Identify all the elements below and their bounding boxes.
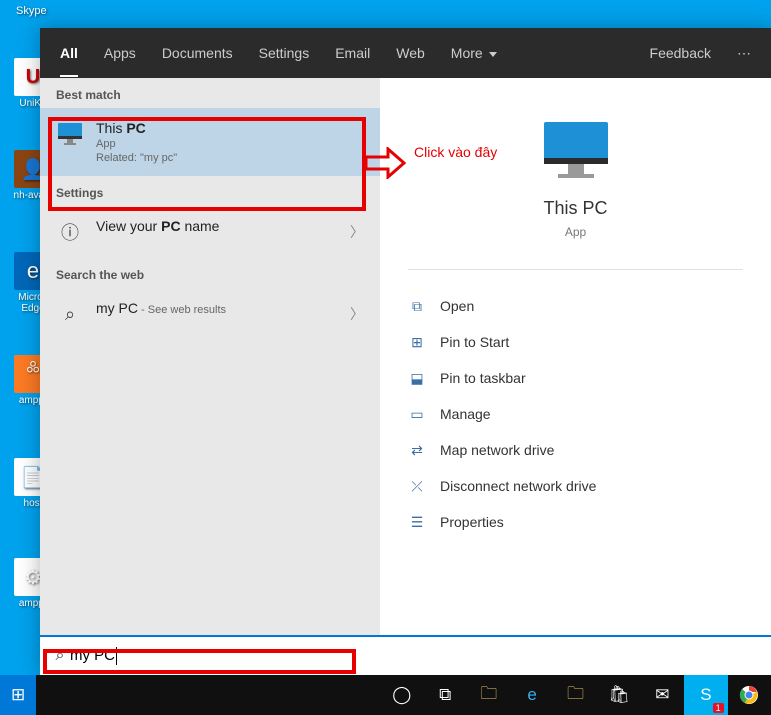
section-settings: Settings xyxy=(40,176,380,206)
disconnect-icon: ⤫ xyxy=(408,477,426,495)
map-drive-icon: ⇄ xyxy=(408,441,426,459)
monitor-icon-large xyxy=(536,118,616,188)
preview-pane: This PC App ⧉ Open ⊞ Pin to Start ⬓ Pin to … xyxy=(380,78,771,635)
info-icon: ⓘ xyxy=(56,218,84,246)
action-disconnect-drive[interactable]: ⤫ Disconnect network drive xyxy=(408,468,743,504)
action-label: Pin to taskbar xyxy=(440,370,526,386)
cortana-icon[interactable]: ◯ xyxy=(380,675,423,715)
properties-icon: ☰ xyxy=(408,513,426,531)
preview-title: This PC xyxy=(408,198,743,219)
action-pin-taskbar[interactable]: ⬓ Pin to taskbar xyxy=(408,360,743,396)
section-best-match: Best match xyxy=(40,78,380,108)
preview-subtitle: App xyxy=(408,225,743,239)
feedback-link[interactable]: Feedback xyxy=(650,45,711,61)
pin-icon: ⊞ xyxy=(408,333,426,351)
tab-email[interactable]: Email xyxy=(335,45,370,61)
chevron-right-icon: 〉 xyxy=(350,222,364,242)
search-input[interactable]: my PC xyxy=(70,647,117,665)
result-title: This PC xyxy=(96,120,364,136)
monitor-icon xyxy=(56,120,84,148)
action-manage[interactable]: ▭ Manage xyxy=(408,396,743,432)
tab-all[interactable]: All xyxy=(60,45,78,77)
tab-settings[interactable]: Settings xyxy=(259,45,310,61)
result-this-pc[interactable]: This PC App Related: "my pc" xyxy=(40,108,380,176)
context-actions: ⧉ Open ⊞ Pin to Start ⬓ Pin to taskbar ▭ Man… xyxy=(408,269,743,540)
action-pin-start[interactable]: ⊞ Pin to Start xyxy=(408,324,743,360)
tab-more[interactable]: More xyxy=(451,45,497,61)
manage-icon: ▭ xyxy=(408,405,426,423)
action-open[interactable]: ⧉ Open xyxy=(408,288,743,324)
search-bar[interactable]: ⌕ my PC xyxy=(40,635,771,675)
annotation-arrow-icon xyxy=(366,147,406,179)
action-map-drive[interactable]: ⇄ Map network drive xyxy=(408,432,743,468)
explorer2-icon[interactable]: 🗀 xyxy=(554,675,597,715)
action-label: Manage xyxy=(440,406,491,422)
taskbar: ⊞ ◯ ⧉ 🗀 e 🗀 🛍 ✉ S1 xyxy=(0,675,771,715)
task-view-icon[interactable]: ⧉ xyxy=(424,675,467,715)
start-button[interactable]: ⊞ xyxy=(0,675,36,715)
section-search-web: Search the web xyxy=(40,258,380,288)
action-label: Disconnect network drive xyxy=(440,478,596,494)
tab-apps[interactable]: Apps xyxy=(104,45,136,61)
result-view-pc-name[interactable]: ⓘ View your PC name 〉 xyxy=(40,206,380,258)
result-subtitle: - See web results xyxy=(138,304,226,316)
search-icon: ⌕ xyxy=(50,647,70,665)
options-icon[interactable]: ⋯ xyxy=(737,45,751,62)
action-label: Map network drive xyxy=(440,442,554,458)
action-label: Pin to Start xyxy=(440,334,509,350)
skype-taskbar-icon[interactable]: S1 xyxy=(684,675,727,715)
tab-web[interactable]: Web xyxy=(396,45,425,61)
result-web-mypc[interactable]: ⌕ my PC - See web results 〉 xyxy=(40,288,380,340)
filter-tabs: All Apps Documents Settings Email Web Mo… xyxy=(40,28,771,78)
result-title: my PC xyxy=(96,300,138,316)
chevron-right-icon: 〉 xyxy=(350,304,364,324)
mail-icon[interactable]: ✉ xyxy=(641,675,684,715)
annotation-text: Click vào đây xyxy=(414,144,497,160)
search-icon: ⌕ xyxy=(56,300,84,328)
search-panel: All Apps Documents Settings Email Web Mo… xyxy=(40,28,771,675)
badge: 1 xyxy=(713,703,724,713)
skype-label: Skype xyxy=(16,5,47,17)
tab-documents[interactable]: Documents xyxy=(162,45,233,61)
open-icon: ⧉ xyxy=(408,297,426,315)
action-label: Properties xyxy=(440,514,504,530)
pin-taskbar-icon: ⬓ xyxy=(408,369,426,387)
edge-icon[interactable]: e xyxy=(510,675,553,715)
store-icon[interactable]: 🛍 xyxy=(597,675,640,715)
result-subtitle: App xyxy=(96,138,364,150)
result-related: Related: "my pc" xyxy=(96,152,364,164)
results-list: Best match This PC App Related: "my pc" … xyxy=(40,78,380,635)
action-label: Open xyxy=(440,298,474,314)
action-properties[interactable]: ☰ Properties xyxy=(408,504,743,540)
explorer-icon[interactable]: 🗀 xyxy=(467,675,510,715)
chrome-icon[interactable] xyxy=(728,675,771,715)
